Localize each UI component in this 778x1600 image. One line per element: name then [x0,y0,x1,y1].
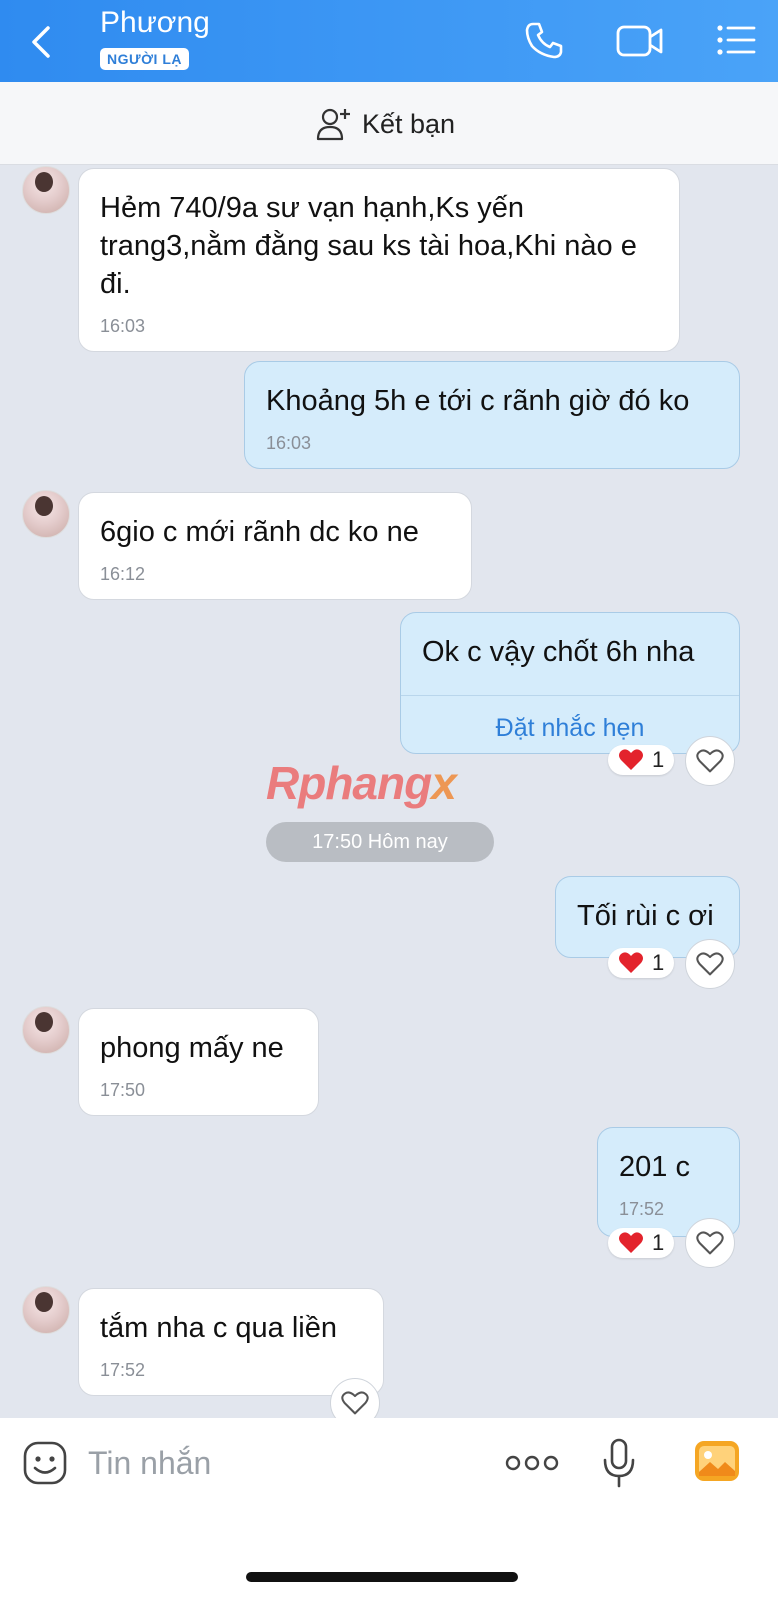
add-user-icon [316,108,350,141]
message-text: phong mấy ne [100,1032,284,1064]
message-bubble-outgoing[interactable]: Khoảng 5h e tới c rãnh giờ đó ko 16:03 [244,361,740,469]
contact-avatar[interactable] [22,490,70,538]
react-button[interactable] [685,736,735,786]
message-text: 6gio c mới rãnh dc ko ne [100,516,419,548]
message-time: 16:03 [266,433,312,453]
contact-avatar[interactable] [22,166,70,214]
add-friend-label: Kết bạn [362,108,456,139]
message-bubble-incoming[interactable]: Hẻm 740/9a sư vạn hạnh,Ks yến trang3,nằm… [78,168,680,352]
more-icon[interactable] [505,1452,559,1474]
message-time: 17:52 [619,1199,665,1219]
message-time: 16:12 [100,564,146,584]
message-text: Tối rùi c ơi [577,900,714,932]
message-bubble-outgoing[interactable]: Ok c vậy chốt 6h nha Đặt nhắc hẹn [400,612,740,754]
message-bubble-incoming[interactable]: tắm nha c qua liền 17:52 [78,1288,384,1396]
message-text: tắm nha c qua liền [100,1312,337,1344]
menu-list-icon[interactable] [716,22,756,58]
message-bubble-incoming[interactable]: 6gio c mới rãnh dc ko ne 16:12 [78,492,472,600]
watermark-logo: Rphangx [266,757,457,809]
back-chevron-icon[interactable] [24,22,60,62]
contact-avatar[interactable] [22,1286,70,1334]
phone-icon[interactable] [524,20,564,60]
message-time: 16:03 [100,316,146,336]
message-time: 17:50 [100,1080,146,1100]
date-separator: 17:50 Hôm nay [266,822,494,862]
video-camera-icon[interactable] [616,22,664,60]
home-indicator [246,1572,518,1582]
message-input[interactable]: Tin nhắn [88,1440,211,1486]
heart-outline-icon [696,749,724,773]
contact-name[interactable]: Phương [100,6,210,40]
heart-icon [619,1232,643,1253]
set-reminder-link[interactable]: Đặt nhắc hẹn [401,709,739,747]
reaction-badge[interactable]: 1 [608,745,675,775]
heart-icon [619,749,643,770]
heart-outline-icon [696,952,724,976]
contact-avatar[interactable] [22,1006,70,1054]
message-text: Ok c vậy chốt 6h nha [422,636,695,668]
reaction-badge[interactable]: 1 [608,1228,675,1258]
reaction-count: 1 [652,747,665,772]
reaction-count: 1 [652,950,665,975]
add-friend-button[interactable]: Kết bạn [316,104,455,144]
message-time: 17:52 [100,1360,146,1380]
gallery-icon[interactable] [694,1440,740,1482]
react-button[interactable] [685,1218,735,1268]
message-text: Khoảng 5h e tới c rãnh giờ đó ko [266,385,690,417]
heart-icon [619,952,643,973]
message-bubble-incoming[interactable]: phong mấy ne 17:50 [78,1008,319,1116]
heart-outline-icon [696,1231,724,1255]
heart-outline-icon [341,1391,369,1415]
microphone-icon[interactable] [602,1438,636,1488]
emoji-icon[interactable] [22,1440,68,1486]
stranger-badge: NGƯỜI LẠ [100,48,189,70]
reaction-badge[interactable]: 1 [608,948,675,978]
message-text: 201 c [619,1151,690,1183]
react-button[interactable] [685,939,735,989]
message-text: Hẻm 740/9a sư vạn hạnh,Ks yến trang3,nằm… [100,192,637,300]
reaction-count: 1 [652,1230,665,1255]
